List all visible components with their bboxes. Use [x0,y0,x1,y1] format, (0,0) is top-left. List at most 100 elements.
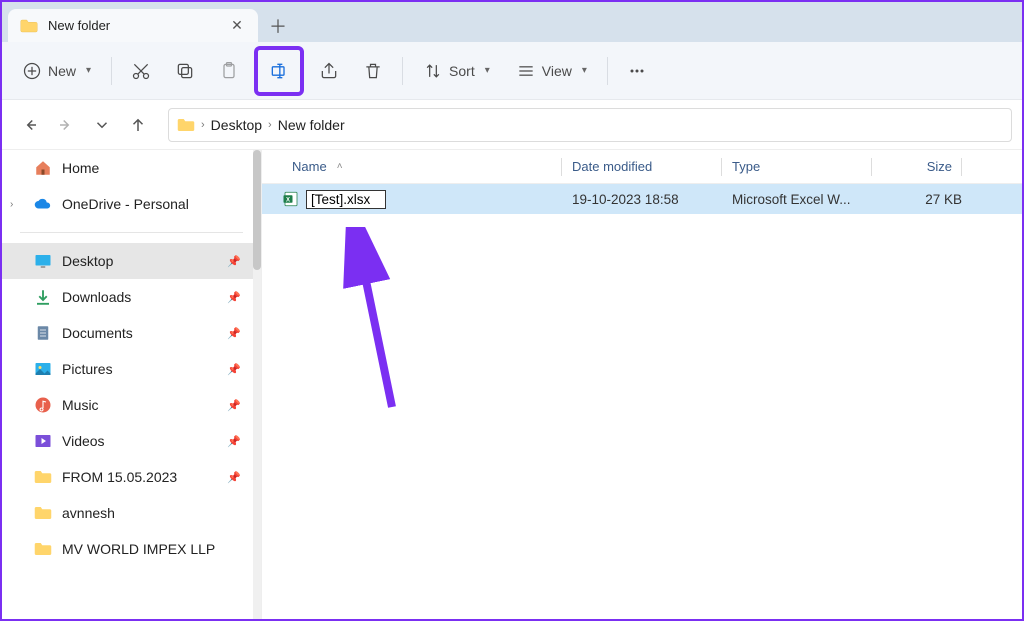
sidebar-item-desktop[interactable]: Desktop 📌 [2,243,261,279]
download-icon [34,288,52,306]
sidebar-home[interactable]: Home [2,150,261,186]
music-icon [34,396,52,414]
column-header-type[interactable]: Type [722,159,872,174]
more-button[interactable] [618,52,656,90]
chevron-down-icon: ▾ [485,65,490,76]
sidebar-item-music[interactable]: Music 📌 [2,387,261,423]
pin-icon: 📌 [227,327,241,340]
sidebar-item-label: Downloads [62,289,131,305]
breadcrumb[interactable]: › Desktop › New folder [168,108,1012,142]
sidebar: Home › OneDrive - Personal Desktop 📌 Dow… [2,150,262,619]
ellipsis-icon [627,61,647,81]
sidebar-item-label: Music [62,397,99,413]
sidebar-scrollbar[interactable] [253,150,261,619]
new-label: New [48,63,76,79]
nav-recent[interactable] [88,111,116,139]
chevron-down-icon: ▾ [582,65,587,76]
sidebar-item-label: Documents [62,325,133,341]
copy-button[interactable] [166,52,204,90]
tab-title: New folder [48,18,228,33]
separator [607,57,608,85]
sidebar-item-folder[interactable]: MV WORLD IMPEX LLP [2,531,261,567]
sidebar-item-label: avnnesh [62,505,115,521]
chevron-right-icon: › [268,119,272,131]
sidebar-item-pictures[interactable]: Pictures 📌 [2,351,261,387]
sidebar-item-label: Desktop [62,253,113,269]
pin-icon: 📌 [227,291,241,304]
nav-row: › Desktop › New folder [2,100,1022,150]
sidebar-item-label: MV WORLD IMPEX LLP [62,541,215,557]
folder-icon [34,468,52,486]
pin-icon: 📌 [227,363,241,376]
sidebar-item-videos[interactable]: Videos 📌 [2,423,261,459]
rename-input[interactable]: [Test].xlsx [306,190,386,209]
sort-label: Sort [449,63,475,79]
nav-back[interactable] [16,111,44,139]
sidebar-item-folder[interactable]: avnnesh [2,495,261,531]
copy-icon [175,61,195,81]
column-headers: Name˄ Date modified Type Size [262,150,1022,184]
breadcrumb-part[interactable]: Desktop [211,117,262,133]
plus-circle-icon [22,61,42,81]
cut-button[interactable] [122,52,160,90]
scissors-icon [131,61,151,81]
folder-icon [177,118,195,132]
rename-button[interactable] [260,52,298,90]
folder-icon [20,19,38,33]
new-tab-button[interactable]: ＋ [262,9,294,42]
home-icon [34,159,52,177]
window-tab[interactable]: New folder ✕ [8,9,258,42]
sort-icon [423,61,443,81]
separator [111,57,112,85]
excel-file-icon: X [282,190,300,208]
pin-icon: 📌 [227,399,241,412]
breadcrumb-part[interactable]: New folder [278,117,345,133]
sidebar-item-label: Home [62,160,99,176]
paste-button[interactable] [210,52,248,90]
document-icon [34,324,52,342]
sidebar-item-downloads[interactable]: Downloads 📌 [2,279,261,315]
sidebar-item-label: OneDrive - Personal [62,196,189,212]
view-button[interactable]: View ▾ [506,52,597,90]
folder-icon [34,504,52,522]
annotation-highlight [254,46,304,96]
chevron-down-icon: ▾ [86,65,91,76]
nav-up[interactable] [124,111,152,139]
file-pane: Name˄ Date modified Type Size X [Test].x… [262,150,1022,619]
column-header-size[interactable]: Size [872,159,962,174]
sidebar-item-documents[interactable]: Documents 📌 [2,315,261,351]
desktop-icon [34,252,52,270]
new-button[interactable]: New ▾ [12,52,101,90]
sidebar-item-label: FROM 15.05.2023 [62,469,177,485]
pictures-icon [34,360,52,378]
column-header-name[interactable]: Name˄ [282,159,562,174]
list-icon [516,61,536,81]
column-header-date[interactable]: Date modified [562,159,722,174]
clipboard-icon [219,61,239,81]
sidebar-item-label: Videos [62,433,105,449]
file-size: 27 KB [872,192,962,207]
share-button[interactable] [310,52,348,90]
videos-icon [34,432,52,450]
tab-strip: New folder ✕ ＋ [2,2,1022,42]
delete-button[interactable] [354,52,392,90]
svg-text:X: X [286,197,290,203]
close-tab-icon[interactable]: ✕ [228,17,246,35]
toolbar: New ▾ Sort ▾ View ▾ [2,42,1022,100]
folder-icon [34,540,52,558]
separator [402,57,403,85]
sidebar-onedrive[interactable]: › OneDrive - Personal [2,186,261,222]
file-row[interactable]: X [Test].xlsx 19-10-2023 18:58 Microsoft… [262,184,1022,214]
cloud-icon [34,195,52,213]
sidebar-divider [20,232,243,233]
sidebar-item-label: Pictures [62,361,113,377]
pin-icon: 📌 [227,255,241,268]
view-label: View [542,63,572,79]
sort-button[interactable]: Sort ▾ [413,52,500,90]
file-type: Microsoft Excel W... [722,192,872,207]
chevron-right-icon: › [201,119,205,131]
chevron-right-icon[interactable]: › [10,199,13,210]
main: Home › OneDrive - Personal Desktop 📌 Dow… [2,150,1022,619]
nav-forward[interactable] [52,111,80,139]
sidebar-item-folder[interactable]: FROM 15.05.2023 📌 [2,459,261,495]
